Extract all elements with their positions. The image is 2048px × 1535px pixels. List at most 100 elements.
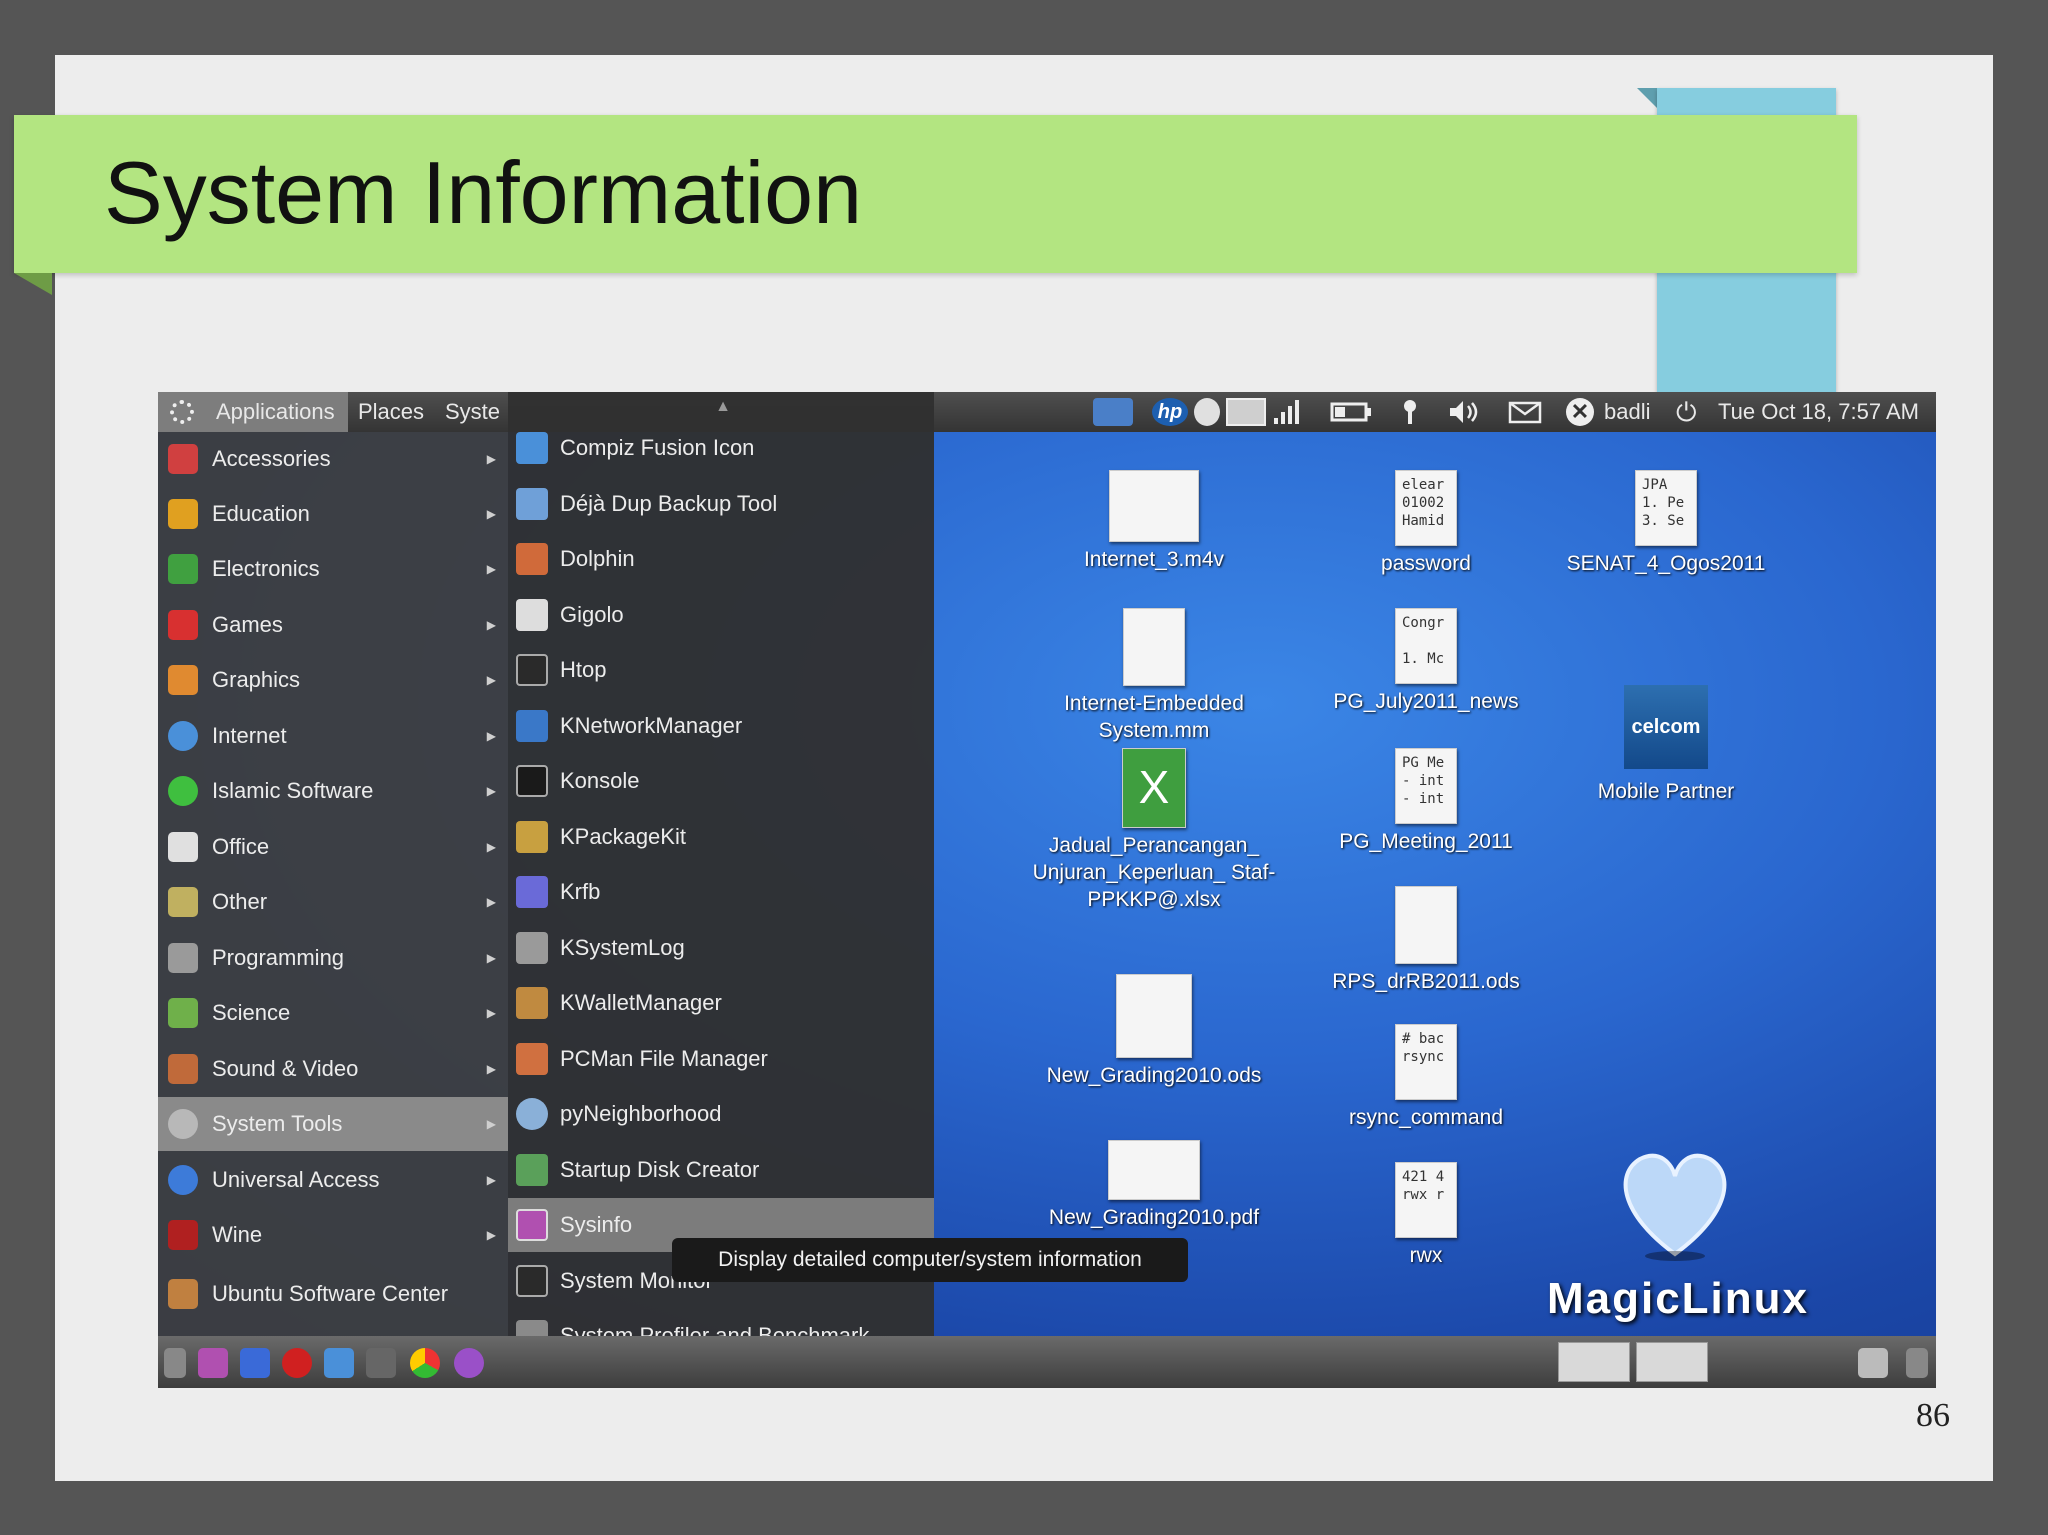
launcher-icon[interactable] xyxy=(324,1348,354,1378)
clock[interactable]: Tue Oct 18, 7:57 AM xyxy=(1718,392,1919,432)
submenu-arrow-icon: ▶ xyxy=(486,673,496,687)
submenu-item-krfb[interactable]: Krfb xyxy=(508,865,934,919)
submenu-item-knetworkmanager[interactable]: KNetworkManager xyxy=(508,699,934,753)
bottom-panel xyxy=(158,1336,1936,1388)
htop-icon xyxy=(516,654,548,686)
submenu-item-pyneighborhood[interactable]: pyNeighborhood xyxy=(508,1087,934,1141)
desktop-icon[interactable]: elear 01002 Hamid password xyxy=(1296,470,1556,577)
desktop-icon[interactable]: Internet-Embedded System.mm xyxy=(1024,608,1284,744)
taskbar-window-button[interactable] xyxy=(1558,1342,1630,1382)
scroll-right-icon[interactable] xyxy=(1906,1348,1928,1378)
keyboard-icon[interactable] xyxy=(1226,398,1266,426)
submenu-item-pcman-file-manager[interactable]: PCMan File Manager xyxy=(508,1032,934,1086)
menu-item-games[interactable]: Games ▶ xyxy=(158,598,508,652)
desktop-icon[interactable]: RPS_drRB2011.ods xyxy=(1296,886,1556,995)
celcom-icon[interactable]: celcom xyxy=(1624,685,1708,769)
desktop-icon[interactable]: 421 4 rwx r rwx xyxy=(1296,1162,1556,1269)
menu-item-programming[interactable]: Programming ▶ xyxy=(158,931,508,985)
launcher-icon[interactable] xyxy=(240,1348,270,1378)
battery-icon[interactable] xyxy=(1330,398,1374,426)
islamic-software-icon xyxy=(168,776,198,806)
desktop-icon[interactable]: X Jadual_Perancangan_ Unjuran_Keperluan_… xyxy=(1024,748,1284,913)
network-manager-icon xyxy=(516,710,548,742)
screenshot: Internet_3.m4v Internet-Embedded System.… xyxy=(158,392,1936,1388)
volume-icon[interactable] xyxy=(1448,398,1486,426)
desktop-icon[interactable]: JPA 1. Pe 3. Se SENAT_4_Ogos2011 xyxy=(1536,470,1796,577)
menu-item-other[interactable]: Other ▶ xyxy=(158,875,508,929)
system-tools-icon xyxy=(168,1109,198,1139)
menu-item-electronics[interactable]: Electronics ▶ xyxy=(158,542,508,596)
submenu-item-startup-disk-creator[interactable]: Startup Disk Creator xyxy=(508,1143,934,1197)
scroll-left-icon[interactable] xyxy=(164,1348,186,1378)
menu-item-sound-video[interactable]: Sound & Video ▶ xyxy=(158,1042,508,1096)
desktop-icon-label[interactable]: Mobile Partner xyxy=(1536,778,1796,805)
package-icon xyxy=(516,821,548,853)
menu-item-ubuntu-software-center[interactable]: Ubuntu Software Center xyxy=(158,1267,508,1321)
submenu-item-dolphin[interactable]: Dolphin xyxy=(508,532,934,586)
submenu-item-deja-dup[interactable]: Déjà Dup Backup Tool xyxy=(508,477,934,531)
submenu-item-label: KSystemLog xyxy=(560,935,685,960)
menu-item-science[interactable]: Science ▶ xyxy=(158,986,508,1040)
system-menu[interactable]: Syste xyxy=(445,392,500,432)
user-name[interactable]: badli xyxy=(1604,392,1650,432)
menu-item-office[interactable]: Office ▶ xyxy=(158,820,508,874)
menu-item-wine[interactable]: Wine ▶ xyxy=(158,1208,508,1262)
submenu-arrow-icon: ▶ xyxy=(486,840,496,854)
text-file-icon: elear 01002 Hamid xyxy=(1395,470,1457,546)
desktop-icon[interactable]: # bac rsync rsync_command xyxy=(1296,1024,1556,1131)
menu-item-label: Science xyxy=(212,1000,291,1025)
submenu-item-ksystemlog[interactable]: KSystemLog xyxy=(508,921,934,975)
menu-item-islamic-software[interactable]: Islamic Software ▶ xyxy=(158,764,508,818)
submenu-arrow-icon: ▶ xyxy=(486,1228,496,1242)
desktop-icon-label: PG_July2011_news xyxy=(1333,690,1519,713)
desktop-icon[interactable]: New_Grading2010.pdf xyxy=(1024,1140,1284,1231)
places-menu[interactable]: Places xyxy=(358,392,424,432)
scroll-up-icon[interactable]: ▲ xyxy=(708,398,738,416)
applications-menu[interactable]: Applications xyxy=(158,392,348,432)
clock-applet-icon[interactable] xyxy=(1194,398,1220,426)
text-file-icon: PG Me - int - int xyxy=(1395,748,1457,824)
wallet-icon xyxy=(516,987,548,1019)
submenu-item-label: KPackageKit xyxy=(560,824,686,849)
pdf-icon xyxy=(1108,1140,1200,1200)
menu-item-graphics[interactable]: Graphics ▶ xyxy=(158,653,508,707)
submenu-item-kwalletmanager[interactable]: KWalletManager xyxy=(508,976,934,1030)
submenu-item-label: pyNeighborhood xyxy=(560,1101,722,1126)
hp-logo-icon[interactable]: hp xyxy=(1152,398,1188,426)
menu-item-universal-access[interactable]: Universal Access ▶ xyxy=(158,1153,508,1207)
status-away-icon[interactable]: ✕ xyxy=(1566,398,1594,426)
menu-item-system-tools[interactable]: System Tools ▶ xyxy=(158,1097,508,1151)
desktop-icon[interactable]: Internet_3.m4v xyxy=(1024,470,1284,573)
submenu-item-htop[interactable]: Htop xyxy=(508,643,934,697)
science-icon xyxy=(168,998,198,1028)
power-icon[interactable]: ⏻ xyxy=(1676,392,1697,432)
submenu-item-compiz-fusion-icon[interactable]: Compiz Fusion Icon xyxy=(508,421,934,475)
compiz-icon xyxy=(516,432,548,464)
taskbar-window-button[interactable] xyxy=(1636,1342,1708,1382)
menu-item-education[interactable]: Education ▶ xyxy=(158,487,508,541)
backup-icon xyxy=(516,488,548,520)
desktop-icon[interactable]: PG Me - int - int PG_Meeting_2011 xyxy=(1296,748,1556,855)
desktop-icon-label: rsync_command xyxy=(1348,1106,1504,1129)
menu-item-internet[interactable]: Internet ▶ xyxy=(158,709,508,763)
screenshot-tool-icon[interactable] xyxy=(1093,398,1133,426)
launcher-icon[interactable] xyxy=(454,1348,484,1378)
signal-strength-icon[interactable] xyxy=(1270,398,1306,426)
desktop-icon-label: rwx xyxy=(1409,1244,1443,1267)
opera-icon[interactable] xyxy=(282,1348,312,1378)
submenu-arrow-icon: ▶ xyxy=(486,1117,496,1131)
submenu-item-konsole[interactable]: Konsole xyxy=(508,754,934,808)
launcher-icon[interactable] xyxy=(198,1348,228,1378)
chrome-icon[interactable] xyxy=(410,1348,440,1378)
submenu-item-gigolo[interactable]: Gigolo xyxy=(508,588,934,642)
gigolo-icon xyxy=(516,599,548,631)
submenu-item-label: Gigolo xyxy=(560,602,624,627)
trash-icon[interactable] xyxy=(1858,1348,1888,1378)
network-icon[interactable] xyxy=(1400,398,1420,426)
desktop-icon[interactable]: New_Grading2010.ods xyxy=(1024,974,1284,1089)
mail-icon[interactable] xyxy=(1508,398,1542,426)
monitor-icon[interactable] xyxy=(366,1348,396,1378)
submenu-item-kpackagekit[interactable]: KPackageKit xyxy=(508,810,934,864)
menu-item-accessories[interactable]: Accessories ▶ xyxy=(158,432,508,486)
desktop-icon[interactable]: Congr 1. Mc PG_July2011_news xyxy=(1296,608,1556,715)
